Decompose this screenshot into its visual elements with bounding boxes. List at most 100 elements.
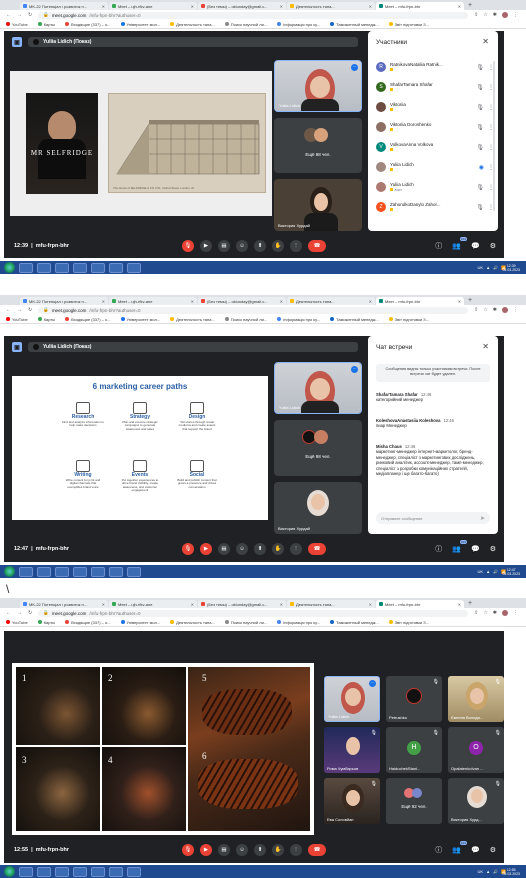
end-call-button[interactable]: ☎ <box>308 543 326 555</box>
browser-tab[interactable]: MK-22 Потенціал і розвиток п... ✕ <box>20 297 108 305</box>
close-icon[interactable]: ✕ <box>482 37 489 46</box>
taskbar-app[interactable] <box>109 566 123 577</box>
participant-row[interactable]: Viktoriia Doroshenko 🎙 ⋮ <box>376 119 494 135</box>
taskbar-app[interactable] <box>91 866 105 877</box>
browser-tab[interactable]: Meet – ujh-rfkv-ane ✕ <box>109 2 197 10</box>
info-icon[interactable]: ⓘ <box>435 241 442 251</box>
url-field[interactable]: 🔒 meet.google.com/mfu-frpn-bhr?authuser=0 <box>38 306 469 314</box>
mic-off-button[interactable]: 🎙 <box>182 240 194 252</box>
bookmark[interactable]: Університет мол... <box>120 317 160 322</box>
info-icon[interactable]: ⓘ <box>435 845 442 855</box>
back-icon[interactable]: ← <box>6 610 11 616</box>
participant-tile[interactable]: ⋯ Yuliia Lidich <box>324 676 380 722</box>
participant-tile[interactable]: 🎙 Виктория Хурд... <box>448 778 504 824</box>
participant-tile[interactable]: 🎙 Petrushko <box>386 676 442 722</box>
end-call-button[interactable]: ☎ <box>308 240 326 252</box>
taskbar-app[interactable] <box>55 866 69 877</box>
new-tab-button[interactable]: + <box>468 2 472 9</box>
taskbar-app[interactable] <box>73 866 87 877</box>
mic-off-button[interactable]: 🎙 <box>182 844 194 856</box>
star-icon[interactable]: ☆ <box>483 610 487 616</box>
layout-icon[interactable]: ▣ <box>12 37 22 47</box>
raise-hand-button[interactable]: ✋ <box>272 543 284 555</box>
emoji-button[interactable]: ☺ <box>236 543 248 555</box>
people-icon[interactable]: 👥 101 <box>452 540 467 553</box>
bookmark[interactable]: Звіт підготовки З... <box>388 317 429 322</box>
bookmark[interactable]: Інформація про ку... <box>277 22 320 27</box>
participant-row[interactable]: Yuliia Lidich ◉ ⋮ <box>376 159 494 175</box>
participant-row[interactable]: R RatnikovaNataliia Ratnik... 🎙 ⋮ <box>376 59 494 75</box>
puzzle-icon[interactable]: ✱ <box>493 12 497 18</box>
star-icon[interactable]: ☆ <box>483 307 487 313</box>
profile-avatar[interactable] <box>502 307 508 313</box>
bookmark[interactable]: Карты <box>37 317 55 322</box>
captions-button[interactable]: ▤ <box>218 844 230 856</box>
chat-icon[interactable]: 💬 <box>471 545 480 553</box>
browser-tab[interactable]: Деятельность тана... ✕ <box>287 600 375 608</box>
bookmark[interactable]: Поиск научной ли... <box>224 317 267 322</box>
participant-row[interactable]: V VolkovaAnna Volkova 🎙 ⋮ <box>376 139 494 155</box>
url-field[interactable]: 🔒 meet.google.com/mfu-frpn-bhr?authuser=0 <box>38 609 469 617</box>
people-icon[interactable]: 👥 101 <box>452 237 467 250</box>
reload-icon[interactable]: ↻ <box>28 12 32 18</box>
url-field[interactable]: 🔒 meet.google.com/mfu-frpn-bhr?authuser=0 <box>38 11 469 19</box>
start-button[interactable] <box>4 262 15 273</box>
raise-hand-button[interactable]: ✋ <box>272 240 284 252</box>
participant-row[interactable]: S ShafarTamara Shafar 🎙 ⋮ <box>376 79 494 95</box>
bookmark[interactable]: Звіт підготовки З... <box>388 620 429 625</box>
present-button[interactable]: ⬆ <box>254 543 266 555</box>
presenter-pill[interactable]: Yuliia Lidich (Показ) <box>28 342 358 352</box>
bookmark[interactable]: Поиск научной ли... <box>224 22 267 27</box>
back-icon[interactable]: ← <box>6 307 11 313</box>
bookmark[interactable]: Входящие (337) – о... <box>65 22 111 27</box>
chat-icon[interactable]: 💬 <box>471 242 480 250</box>
bookmark[interactable]: Таможенный менедж... <box>330 620 379 625</box>
taskbar-app[interactable] <box>55 566 69 577</box>
raise-hand-button[interactable]: ✋ <box>272 844 284 856</box>
participant-tile[interactable]: ⋯ Yuliia Lidich <box>274 362 362 414</box>
browser-tab[interactable]: Meet – ujh-rfkv-ane ✕ <box>109 600 197 608</box>
bookmark[interactable]: Університет мол... <box>120 620 160 625</box>
bookmark[interactable]: Таможенный менедж... <box>330 317 379 322</box>
participant-tile[interactable]: Виктория Хурдай <box>274 482 362 534</box>
back-icon[interactable]: ← <box>6 12 11 18</box>
bookmark[interactable]: Інформація про ку... <box>277 620 320 625</box>
more-participants-tile[interactable]: Ещё 92 чел. <box>386 778 442 824</box>
new-tab-button[interactable]: + <box>468 600 472 607</box>
bookmark[interactable]: Входящие (337) – о... <box>65 620 111 625</box>
browser-tab[interactable]: Деятельность тана... ✕ <box>287 297 375 305</box>
taskbar-app[interactable] <box>37 866 51 877</box>
mic-off-button[interactable]: 🎙 <box>182 543 194 555</box>
emoji-button[interactable]: ☺ <box>236 844 248 856</box>
share-icon[interactable]: ⇪ <box>474 610 478 616</box>
taskbar-app[interactable] <box>109 866 123 877</box>
activities-icon[interactable]: ⚙ <box>490 846 496 854</box>
participant-tile[interactable]: O 🎙 OpalatenkoIvan ... <box>448 727 504 773</box>
participant-row[interactable]: Yuliia Lidich Хост 🎙 ⋮ <box>376 179 494 195</box>
profile-avatar[interactable] <box>502 610 508 616</box>
taskbar-app[interactable] <box>127 262 141 273</box>
bookmark[interactable]: Входящие (337) – о... <box>65 317 111 322</box>
profile-avatar[interactable] <box>502 12 508 18</box>
bookmark[interactable]: Деятельность тана... <box>170 22 215 27</box>
more-options-button[interactable]: ⋮ <box>290 240 302 252</box>
close-icon[interactable]: ✕ <box>482 342 489 351</box>
browser-tab[interactable]: MK-22 Потенціал і розвиток п... ✕ <box>20 600 108 608</box>
taskbar-app[interactable] <box>19 866 33 877</box>
activities-icon[interactable]: ⚙ <box>490 545 496 553</box>
taskbar-app[interactable] <box>19 566 33 577</box>
participant-tile[interactable]: 🎙 Рома Чумбарьов <box>324 727 380 773</box>
more-participants-tile[interactable]: Ещё 98 чел. <box>274 420 362 476</box>
browser-tab-active[interactable]: Meet – mfu-frpn-bhr ✕ <box>376 2 464 10</box>
bookmark[interactable]: Деятельность тана... <box>170 620 215 625</box>
taskbar-app[interactable] <box>19 262 33 273</box>
taskbar-app[interactable] <box>91 566 105 577</box>
participant-tile[interactable]: Виктория Хурдай <box>274 179 362 231</box>
chat-input[interactable]: Отправьте сообщение ➤ <box>376 512 490 524</box>
puzzle-icon[interactable]: ✱ <box>493 307 497 313</box>
menu-icon[interactable]: ⋮ <box>513 307 518 313</box>
captions-button[interactable]: ▤ <box>218 240 230 252</box>
taskbar-app[interactable] <box>37 262 51 273</box>
taskbar-app[interactable] <box>127 866 141 877</box>
browser-tab[interactable]: MK-22 Потенціал і розвиток п... ✕ <box>20 2 108 10</box>
